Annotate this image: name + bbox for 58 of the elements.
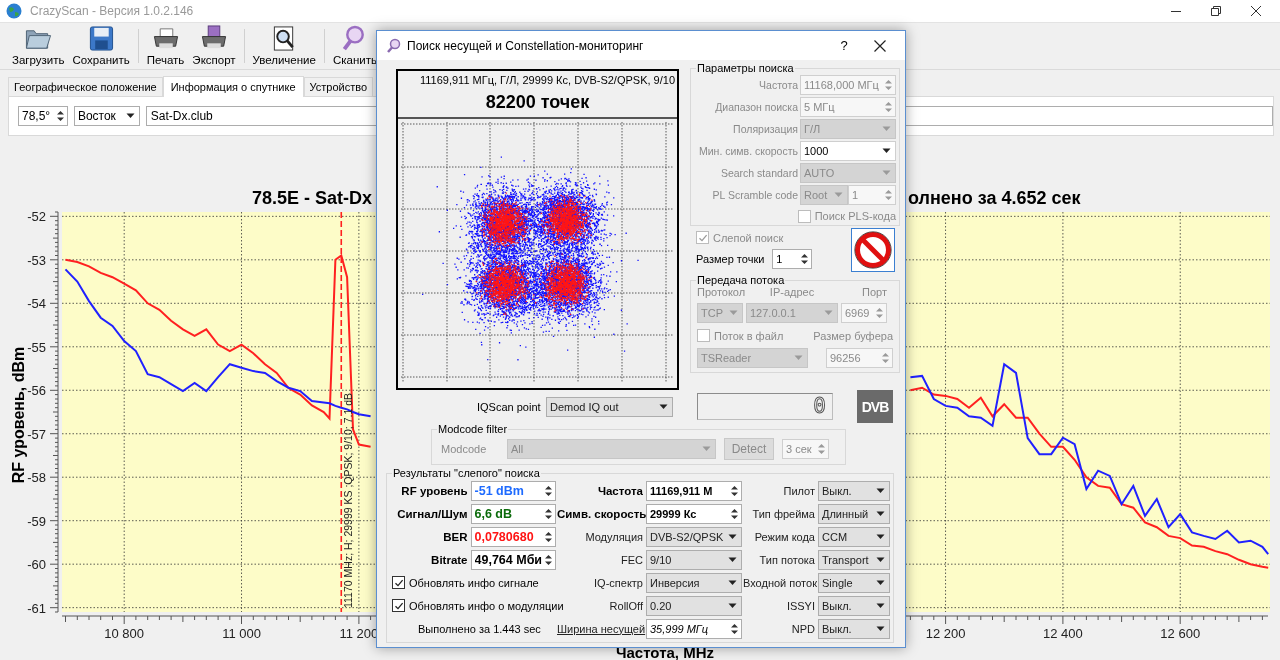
- field-label: PL Scramble code: [712, 189, 798, 201]
- field-label: Пилот: [782, 484, 815, 497]
- axis-tick-label: -54: [27, 296, 46, 312]
- field-label: IQ-спектр: [593, 576, 643, 589]
- axis-title: Частота, MHz: [616, 644, 714, 660]
- field-label: Модуляция: [584, 530, 643, 543]
- axis-tick-label: -61: [27, 600, 46, 616]
- chart-title: 78.5E - Sat-Dx: [251, 188, 372, 208]
- field-label: Диапазон поиска: [715, 101, 798, 113]
- field-label: Сигнал/Шум: [396, 507, 468, 520]
- field-label: Входной поток: [743, 576, 815, 589]
- points-count: 82200 точек: [485, 92, 590, 113]
- field-label: Размер буфера: [813, 329, 893, 342]
- axis-tick-label: -60: [27, 557, 46, 573]
- field-label: Порт: [861, 286, 887, 298]
- axis-tick-label: -53: [27, 252, 46, 268]
- axis-tick-label: 10 800: [104, 626, 145, 641]
- window-title: CrazyScan - Версия 1.0.2.146: [30, 4, 194, 18]
- status-text: Выполнено за 1.443 sec: [417, 622, 541, 635]
- field-label: BER: [442, 530, 468, 543]
- field-label: IP-адрес: [768, 286, 816, 298]
- field-label: Поляризация: [733, 123, 798, 135]
- group-title: Modcode filter: [437, 423, 509, 435]
- field-label: Мин. симв. скорость: [699, 145, 798, 157]
- dvb-logo: DVB: [857, 390, 893, 423]
- axis-tick-label: 12 600: [1160, 626, 1201, 641]
- axis-tick-label: -59: [27, 513, 46, 529]
- axis-tick-label: 12 400: [1043, 626, 1083, 641]
- axis-tick-label: -55: [27, 339, 46, 355]
- axis-tick-label: -57: [27, 426, 46, 442]
- field-label: NPD: [790, 622, 815, 635]
- group-title: Передача потока: [696, 274, 786, 286]
- field-label: Размер точки: [696, 253, 765, 265]
- axis-tick-label: 11 000: [222, 626, 261, 641]
- axis-tick-label: -52: [27, 209, 46, 225]
- field-label: Bitrate: [430, 553, 468, 566]
- signal-caption: 11169,911 МГц, Г/Л, 29999 Кс, DVB-S2/QPSK, 9/10: [419, 74, 675, 86]
- dialog-title: Поиск несущей и Constellation-мониторинг: [407, 38, 644, 53]
- field-label: Тип потока: [758, 553, 815, 566]
- field-label: Частота: [596, 484, 643, 497]
- field-label: Modcode: [440, 443, 488, 455]
- axis-tick-label: 12 200: [925, 626, 966, 641]
- field-label: FEC: [620, 553, 643, 566]
- field-label: ISSYI: [785, 599, 815, 612]
- group-title: Результаты "слепого" поиска: [392, 467, 541, 479]
- field-label: Search standard: [720, 167, 798, 179]
- field-label: Режим кода: [753, 530, 815, 543]
- marker-label: 11170 MHz; H; 29999 KS ;QPSK; 9/10; 7.1 dB: [342, 393, 355, 608]
- field-label: Частота: [759, 79, 798, 91]
- axis-tick-label: -58: [27, 470, 46, 486]
- field-label: Тип фрейма: [751, 507, 815, 520]
- group-title: Параметры поиска: [696, 62, 795, 74]
- axis-tick-label: -56: [27, 383, 46, 399]
- chart-title: олнено за 4.652 сек: [908, 188, 1081, 208]
- field-label: IQScan point: [477, 400, 542, 413]
- axis-title: RF уровень, dBm: [10, 346, 27, 484]
- field-label: RF уровень: [400, 484, 468, 497]
- field-label: Протокол: [697, 286, 743, 298]
